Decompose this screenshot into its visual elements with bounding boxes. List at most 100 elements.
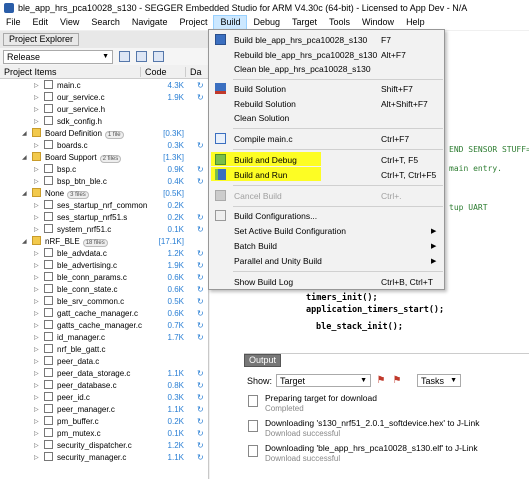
menu-build[interactable]: Build xyxy=(213,15,248,30)
menu-view[interactable]: View xyxy=(54,15,85,30)
tree-file-row[interactable]: ▷ peer_id.c 0.3K ↻ xyxy=(0,391,209,403)
tree-file-row[interactable]: ▷ bsp_btn_ble.c 0.4K ↻ xyxy=(0,175,209,187)
project-explorer-tab[interactable]: Project Explorer xyxy=(3,33,80,46)
expand-arrow-icon[interactable]: ▷ xyxy=(34,178,39,185)
menu-help[interactable]: Help xyxy=(400,15,431,30)
menu-cancel-build[interactable]: Cancel Build Ctrl+. xyxy=(209,188,444,203)
expand-arrow-icon[interactable]: ▷ xyxy=(34,394,39,401)
expand-arrow-icon[interactable]: ▷ xyxy=(34,346,39,353)
expand-arrow-icon[interactable]: ▷ xyxy=(34,166,39,173)
collapse-arrow-icon[interactable]: ◢ xyxy=(22,190,27,197)
menu-build-configurations[interactable]: Build Configurations... xyxy=(209,208,444,223)
properties-icon[interactable] xyxy=(119,51,130,62)
expand-arrow-icon[interactable]: ▷ xyxy=(34,406,39,413)
tree-file-row[interactable]: ▷ system_nrf51.c 0.1K ↻ xyxy=(0,223,209,235)
menu-rebuild-solution[interactable]: Rebuild Solution Alt+Shift+F7 xyxy=(209,96,444,111)
tree-file-row[interactable]: ▷ pm_buffer.c 0.2K ↻ xyxy=(0,415,209,427)
tree-file-row[interactable]: ▷ security_dispatcher.c 1.2K ↻ xyxy=(0,439,209,451)
tree-file-row[interactable]: ▷ security_manager.c 1.1K ↻ xyxy=(0,451,209,463)
output-entry[interactable]: Downloading 'ble_app_hrs_pca10028_s130.e… xyxy=(248,443,528,465)
menu-navigate[interactable]: Navigate xyxy=(126,15,174,30)
expand-arrow-icon[interactable]: ▷ xyxy=(34,214,39,221)
tree-file-row[interactable]: ▷ id_manager.c 1.7K ↻ xyxy=(0,331,209,343)
tree-file-row[interactable]: ▷ ble_advdata.c 1.2K ↻ xyxy=(0,247,209,259)
tree-file-row[interactable]: ▷ sdk_config.h xyxy=(0,115,209,127)
expand-arrow-icon[interactable]: ▷ xyxy=(34,370,39,377)
tree-file-row[interactable]: ▷ main.c 4.3K ↻ xyxy=(0,79,209,91)
expand-arrow-icon[interactable]: ▷ xyxy=(34,226,39,233)
code-line[interactable]: timers_init(); xyxy=(306,293,378,303)
column-data[interactable]: Da xyxy=(185,66,202,77)
flag-icon[interactable]: ⚑ xyxy=(391,375,403,386)
output-entry[interactable]: Downloading 's130_nrf51_2.0.1_softdevice… xyxy=(248,418,528,440)
refresh-icon[interactable] xyxy=(153,51,164,62)
tree-file-row[interactable]: ▷ our_service.h xyxy=(0,103,209,115)
menu-build-and-debug[interactable]: Build and Debug Ctrl+T, F5 xyxy=(209,152,444,167)
options-icon[interactable] xyxy=(136,51,147,62)
expand-arrow-icon[interactable]: ▷ xyxy=(34,94,39,101)
expand-arrow-icon[interactable]: ▷ xyxy=(34,106,39,113)
tree-file-row[interactable]: ▷ ble_srv_common.c 0.5K ↻ xyxy=(0,295,209,307)
menu-search[interactable]: Search xyxy=(85,15,126,30)
output-tab[interactable]: Output xyxy=(244,354,282,367)
tree-file-row[interactable]: ▷ ses_startup_nrf51.s 0.2K ↻ xyxy=(0,211,209,223)
column-project-items[interactable]: Project Items xyxy=(0,67,140,77)
tree-file-row[interactable]: ▷ peer_manager.c 1.1K ↻ xyxy=(0,403,209,415)
expand-arrow-icon[interactable]: ▷ xyxy=(34,454,39,461)
menu-clean-project[interactable]: Clean ble_app_hrs_pca10028_s130 xyxy=(209,61,444,76)
tree-file-row[interactable]: ▷ ble_conn_params.c 0.6K ↻ xyxy=(0,271,209,283)
tree-file-row[interactable]: ▷ ses_startup_nrf_common 0.2K xyxy=(0,199,209,211)
collapse-arrow-icon[interactable]: ◢ xyxy=(22,238,27,245)
code-line[interactable]: ble_stack_init(); xyxy=(316,322,403,332)
tree-file-row[interactable]: ▷ ble_conn_state.c 0.6K ↻ xyxy=(0,283,209,295)
code-line[interactable]: application_timers_start(); xyxy=(306,305,444,315)
menu-set-active-configuration[interactable]: Set Active Build Configuration ▶ xyxy=(209,223,444,238)
tree-file-row[interactable]: ▷ pm_mutex.c 0.1K ↻ xyxy=(0,427,209,439)
menu-batch-build[interactable]: Batch Build ▶ xyxy=(209,238,444,253)
expand-arrow-icon[interactable]: ▷ xyxy=(34,442,39,449)
menu-target[interactable]: Target xyxy=(286,15,323,30)
collapse-arrow-icon[interactable]: ◢ xyxy=(22,130,27,137)
show-select[interactable]: Target ▼ xyxy=(276,374,372,387)
menu-parallel-unity-build[interactable]: Parallel and Unity Build ▶ xyxy=(209,253,444,268)
expand-arrow-icon[interactable]: ▷ xyxy=(34,142,39,149)
menu-project[interactable]: Project xyxy=(173,15,213,30)
tree-file-row[interactable]: ▷ our_service.c 1.9K ↻ xyxy=(0,91,209,103)
tree-folder-row[interactable]: ◢ Board Support 2 files [1.3K] xyxy=(0,151,209,163)
menu-tools[interactable]: Tools xyxy=(323,15,356,30)
expand-arrow-icon[interactable]: ▷ xyxy=(34,358,39,365)
menu-build-and-run[interactable]: Build and Run Ctrl+T, Ctrl+F5 xyxy=(209,167,444,182)
tree-file-row[interactable]: ▷ gatt_cache_manager.c 0.6K ↻ xyxy=(0,307,209,319)
menu-debug[interactable]: Debug xyxy=(247,15,286,30)
expand-arrow-icon[interactable]: ▷ xyxy=(34,250,39,257)
column-code[interactable]: Code xyxy=(140,66,185,77)
menu-file[interactable]: File xyxy=(0,15,27,30)
configuration-select[interactable]: Release ▼ xyxy=(3,49,113,64)
tree-file-row[interactable]: ▷ peer_data_storage.c 1.1K ↻ xyxy=(0,367,209,379)
tree-folder-row[interactable]: ◢ None 3 files [0.5K] xyxy=(0,187,209,199)
expand-arrow-icon[interactable]: ▷ xyxy=(34,82,39,89)
expand-arrow-icon[interactable]: ▷ xyxy=(34,334,39,341)
menu-show-build-log[interactable]: Show Build Log Ctrl+B, Ctrl+T xyxy=(209,274,444,289)
tree-file-row[interactable]: ▷ bsp.c 0.9K ↻ xyxy=(0,163,209,175)
expand-arrow-icon[interactable]: ▷ xyxy=(34,274,39,281)
tree-file-row[interactable]: ▷ peer_data.c xyxy=(0,355,209,367)
expand-arrow-icon[interactable]: ▷ xyxy=(34,298,39,305)
collapse-arrow-icon[interactable]: ◢ xyxy=(22,154,27,161)
tree-file-row[interactable]: ▷ ble_advertising.c 1.9K ↻ xyxy=(0,259,209,271)
expand-arrow-icon[interactable]: ▷ xyxy=(34,262,39,269)
expand-arrow-icon[interactable]: ▷ xyxy=(34,310,39,317)
tasks-select[interactable]: Tasks ▼ xyxy=(417,374,462,387)
tree-file-row[interactable]: ▷ peer_database.c 0.8K ↻ xyxy=(0,379,209,391)
tree-folder-row[interactable]: ◢ nRF_BLE 18 files [17.1K] xyxy=(0,235,209,247)
expand-arrow-icon[interactable]: ▷ xyxy=(34,322,39,329)
expand-arrow-icon[interactable]: ▷ xyxy=(34,118,39,125)
expand-arrow-icon[interactable]: ▷ xyxy=(34,286,39,293)
flag-icon[interactable]: ⚑ xyxy=(375,375,387,386)
menu-edit[interactable]: Edit xyxy=(27,15,55,30)
tree-file-row[interactable]: ▷ nrf_ble_gatt.c xyxy=(0,343,209,355)
menu-compile-file[interactable]: Compile main.c Ctrl+F7 xyxy=(209,131,444,146)
menu-build-solution[interactable]: Build Solution Shift+F7 xyxy=(209,81,444,96)
menu-build-project[interactable]: Build ble_app_hrs_pca10028_s130 F7 xyxy=(209,32,444,47)
tree-file-row[interactable]: ▷ boards.c 0.3K ↻ xyxy=(0,139,209,151)
